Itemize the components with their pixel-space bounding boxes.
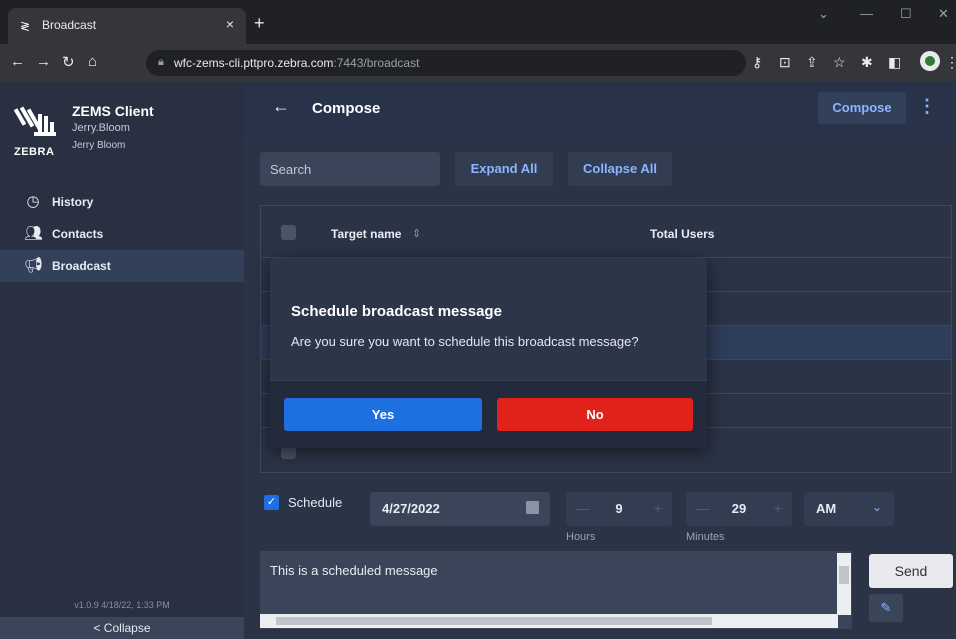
url-path: :7443/broadcast — [333, 56, 420, 70]
reload-icon[interactable]: ↻ — [62, 53, 75, 71]
horizontal-scroll-thumb[interactable] — [276, 617, 712, 625]
column-header-target-name[interactable]: Target name — [331, 227, 401, 241]
sidebar-item-broadcast[interactable]: 📢︎ Broadcast — [0, 250, 244, 282]
user-display-name: Jerry Bloom — [72, 140, 126, 151]
minutes-label: Minutes — [686, 531, 725, 543]
more-options-icon[interactable]: ⋮ — [918, 96, 936, 117]
hours-stepper[interactable]: — 9 + — [566, 492, 672, 526]
bookmark-star-icon[interactable]: ☆ — [833, 54, 846, 71]
ampm-value: AM — [816, 501, 837, 516]
increment-icon[interactable]: + — [774, 500, 782, 516]
calendar-icon[interactable] — [526, 501, 539, 514]
schedule-checkbox[interactable]: ✓ — [264, 495, 279, 510]
select-all-checkbox[interactable] — [281, 225, 296, 240]
share-icon[interactable]: ⇪ — [806, 54, 818, 71]
megaphone-icon: 📢︎ — [24, 257, 44, 274]
schedule-label: Schedule — [288, 495, 343, 510]
sidebar-item-history[interactable]: ◷ History — [0, 186, 244, 218]
yes-button[interactable]: Yes — [284, 398, 482, 431]
browser-menu-icon[interactable]: ⋮ — [945, 54, 956, 71]
maximize-icon[interactable]: ☐ — [900, 6, 912, 22]
no-button[interactable]: No — [497, 398, 693, 431]
search-input[interactable]: Search — [260, 152, 440, 186]
increment-icon[interactable]: + — [654, 500, 662, 516]
version-text: v1.0.9 4/18/22, 1:33 PM — [74, 600, 170, 610]
side-panel-icon[interactable]: ◧ — [888, 54, 901, 71]
date-value: 4/27/2022 — [382, 501, 440, 516]
url-host: wfc-zems-cli.pttpro.zebra.com — [174, 56, 334, 70]
sort-icon[interactable]: ⇕ — [412, 227, 421, 240]
favicon-icon: ≷ — [20, 19, 31, 33]
url-input[interactable]: 🔒︎ wfc-zems-cli.pttpro.zebra.com:7443/br… — [146, 50, 746, 76]
tab-search-icon[interactable]: ⌄ — [818, 6, 829, 22]
minutes-stepper[interactable]: — 29 + — [686, 492, 792, 526]
sidebar-item-label: History — [52, 195, 94, 209]
compose-button[interactable]: Compose — [818, 92, 906, 124]
brand-wordmark: ZEBRA — [14, 146, 55, 158]
chevron-down-icon: ⌄ — [871, 500, 882, 514]
contacts-icon: 👥︎ — [24, 225, 44, 242]
sidebar-item-label: Broadcast — [52, 259, 111, 273]
sidebar-item-label: Contacts — [52, 227, 104, 241]
user-handle: Jerry.Bloom — [72, 122, 130, 134]
browser-tab[interactable]: ≷ Broadcast × — [8, 8, 246, 44]
install-app-icon[interactable]: ⊡ — [779, 54, 791, 71]
history-icon: ◷ — [26, 193, 40, 210]
sidebar — [0, 82, 244, 639]
pencil-icon: ✎ — [880, 600, 892, 615]
back-arrow-icon[interactable]: ← — [272, 96, 290, 117]
back-nav-icon[interactable]: ← — [10, 53, 25, 70]
expand-all-button[interactable]: Expand All — [455, 152, 553, 186]
collapse-sidebar-button[interactable]: < Collapse — [0, 617, 244, 639]
key-icon[interactable]: ⚷ — [752, 54, 762, 71]
profile-avatar[interactable] — [920, 51, 940, 71]
lock-icon: 🔒︎ — [158, 56, 164, 68]
dialog-title: Schedule broadcast message — [291, 303, 502, 320]
home-icon[interactable]: ⌂ — [88, 53, 97, 70]
collapse-all-button[interactable]: Collapse All — [568, 152, 672, 186]
extensions-icon[interactable]: ✱ — [861, 54, 873, 71]
message-text: This is a scheduled message — [270, 563, 438, 578]
tab-close-icon[interactable]: × — [226, 16, 234, 32]
close-window-icon[interactable]: ✕ — [938, 6, 949, 22]
sidebar-item-contacts[interactable]: 👥︎ Contacts — [0, 218, 244, 250]
attachment-button[interactable]: ✎ — [869, 594, 903, 622]
minimize-icon[interactable]: — — [860, 6, 873, 21]
tab-title: Broadcast — [42, 18, 97, 32]
url-text: wfc-zems-cli.pttpro.zebra.com:7443/broad… — [174, 56, 419, 70]
app-title: ZEMS Client — [72, 103, 154, 119]
page-title: Compose — [312, 100, 381, 117]
vertical-scroll-thumb[interactable] — [839, 566, 849, 584]
column-header-total-users: Total Users — [650, 227, 715, 241]
hours-label: Hours — [566, 531, 596, 543]
ampm-select[interactable]: AM ⌄ — [804, 492, 894, 526]
forward-nav-icon[interactable]: → — [36, 53, 51, 70]
new-tab-button[interactable]: + — [254, 14, 265, 32]
send-button[interactable]: Send — [869, 554, 953, 588]
vertical-scrollbar[interactable] — [837, 553, 851, 615]
dialog-message: Are you sure you want to schedule this b… — [291, 334, 639, 349]
